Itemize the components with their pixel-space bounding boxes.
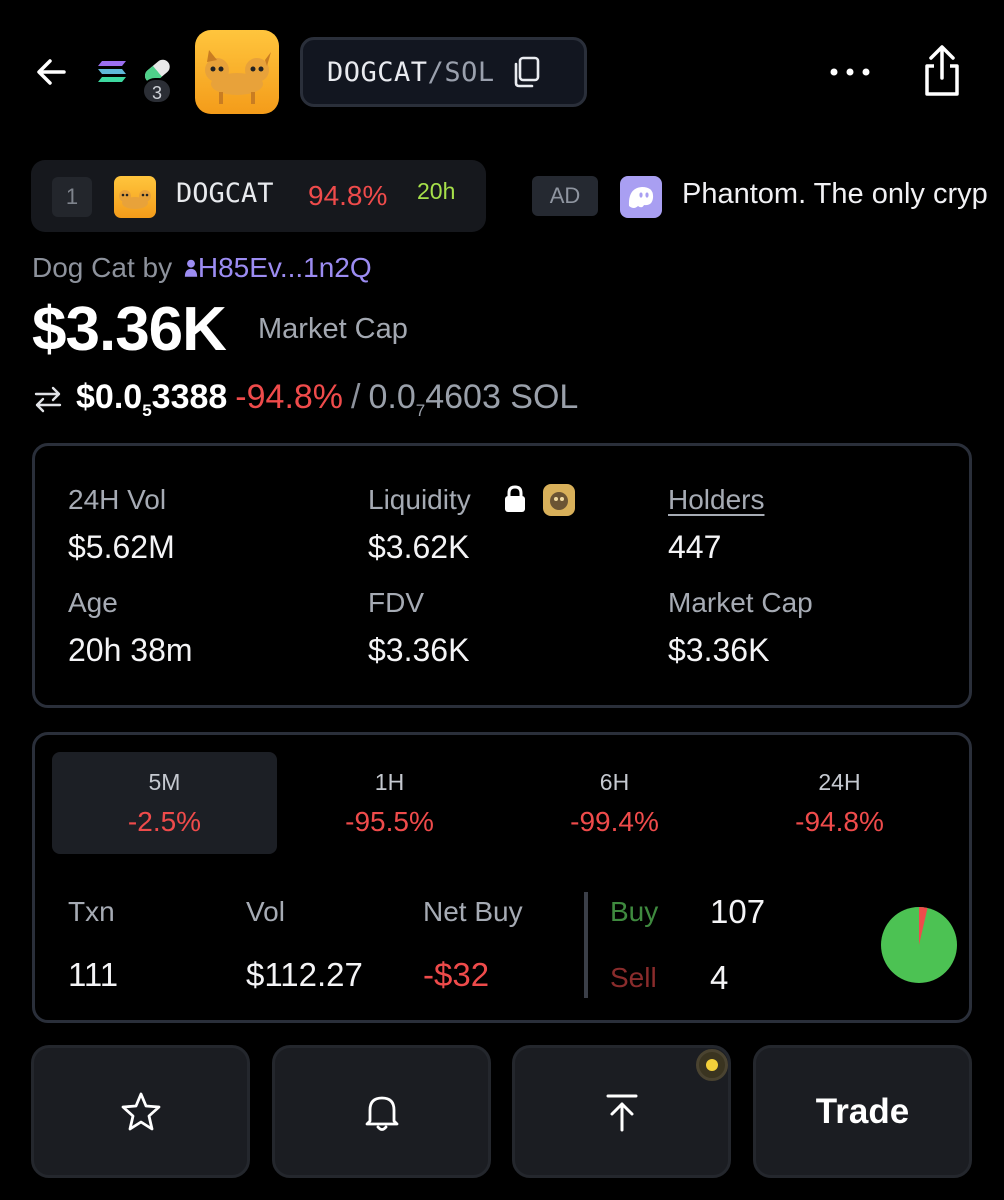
- trending-age: 20h: [417, 178, 456, 204]
- trade-button[interactable]: Trade: [753, 1045, 972, 1178]
- liquidity-pool-icon[interactable]: [543, 484, 575, 516]
- tab-label: 24H: [818, 769, 861, 795]
- share-button[interactable]: [918, 42, 966, 100]
- ad-text-link[interactable]: Phantom. The only cryp: [682, 178, 988, 211]
- pill-count-badge: 3: [142, 78, 172, 104]
- stat-market-cap-label: Market Cap: [668, 587, 813, 618]
- stat-age-label: Age: [68, 587, 118, 618]
- tab-label: 1H: [374, 769, 405, 795]
- tab-24h[interactable]: 24H -94.8%: [727, 752, 952, 854]
- vol-value: $112.27: [246, 956, 363, 993]
- trending-token-name: DOGCAT: [176, 178, 274, 209]
- ad-badge: AD: [532, 176, 598, 216]
- vol-label: Vol: [246, 896, 285, 927]
- trade-button-label: Trade: [815, 1091, 910, 1131]
- holders-link[interactable]: Holders: [668, 484, 764, 516]
- lock-icon: [503, 484, 527, 514]
- star-icon: [121, 1092, 160, 1130]
- tab-change: -99.4%: [570, 806, 659, 837]
- tab-label: 6H: [599, 769, 630, 795]
- buy-label: Buy: [610, 896, 659, 927]
- sell-count: 4: [710, 959, 729, 996]
- token-logo: [195, 30, 279, 114]
- trending-rank: 1: [52, 177, 92, 217]
- price-sol: 0.074603 SOL: [368, 378, 579, 420]
- bell-icon: [365, 1096, 398, 1131]
- price-usd: $0.053388: [76, 378, 228, 420]
- token-name: Dog Cat by: [32, 252, 173, 283]
- stat-24h-vol-label: 24H Vol: [68, 484, 167, 515]
- tab-change: -95.5%: [345, 806, 434, 837]
- share-icon: [925, 45, 959, 96]
- stat-holders-value: 447: [668, 529, 722, 565]
- tab-6h[interactable]: 6H -99.4%: [502, 752, 727, 854]
- token-creator-line: Dog Cat by H85Ev...1n2Q: [32, 252, 372, 284]
- price-change: -94.8%: [235, 378, 344, 416]
- txn-value: 111: [68, 956, 119, 993]
- stat-fdv-label: FDV: [368, 587, 424, 618]
- copy-icon[interactable]: [511, 55, 541, 89]
- trending-token-logo: [114, 176, 156, 218]
- boost-notification-dot: [696, 1049, 728, 1081]
- back-button[interactable]: [30, 50, 74, 94]
- price-line: $0.053388 -94.8%/0.074603 SOL: [32, 378, 578, 421]
- buy-count: 107: [710, 893, 766, 930]
- price-separator: /: [351, 378, 361, 416]
- tab-5m[interactable]: 5M -2.5%: [52, 752, 277, 854]
- boost-icon: [606, 1094, 637, 1131]
- market-cap-label: Market Cap: [258, 313, 408, 345]
- pair-selector[interactable]: DOGCAT/SOL: [300, 37, 587, 107]
- tab-1h[interactable]: 1H -95.5%: [277, 752, 502, 854]
- trending-change: 94.8%: [308, 180, 388, 211]
- phantom-ghost-icon[interactable]: [620, 176, 662, 218]
- stat-liquidity-value: $3.62K: [368, 529, 470, 565]
- net-buy-label: Net Buy: [423, 896, 523, 927]
- pair-label: DOGCAT/SOL: [327, 56, 495, 88]
- user-icon: [184, 259, 197, 277]
- stat-liquidity-label: Liquidity: [368, 484, 471, 515]
- stat-age-value: 20h 38m: [68, 632, 193, 668]
- tab-change: -94.8%: [795, 806, 884, 837]
- more-button[interactable]: [825, 55, 875, 89]
- more-icon: [830, 68, 870, 76]
- stat-fdv-value: $3.36K: [368, 632, 470, 668]
- buy-sell-pie: [881, 907, 957, 983]
- solana-icon: [96, 58, 128, 86]
- divider: [584, 892, 588, 998]
- swap-icon[interactable]: [32, 385, 64, 413]
- net-buy-value: -$32: [423, 956, 490, 993]
- stat-24h-vol-value: $5.62M: [68, 529, 175, 565]
- alert-button[interactable]: [272, 1045, 491, 1178]
- tab-label: 5M: [148, 769, 181, 795]
- txn-label: Txn: [68, 896, 115, 927]
- tab-change: -2.5%: [127, 806, 202, 837]
- sell-label: Sell: [610, 962, 657, 993]
- stat-market-cap-value: $3.36K: [668, 632, 770, 668]
- back-arrow-icon: [37, 59, 66, 85]
- favorite-button[interactable]: [31, 1045, 250, 1178]
- creator-address-link[interactable]: H85Ev...1n2Q: [198, 252, 372, 283]
- market-cap-value: $3.36K: [32, 295, 227, 364]
